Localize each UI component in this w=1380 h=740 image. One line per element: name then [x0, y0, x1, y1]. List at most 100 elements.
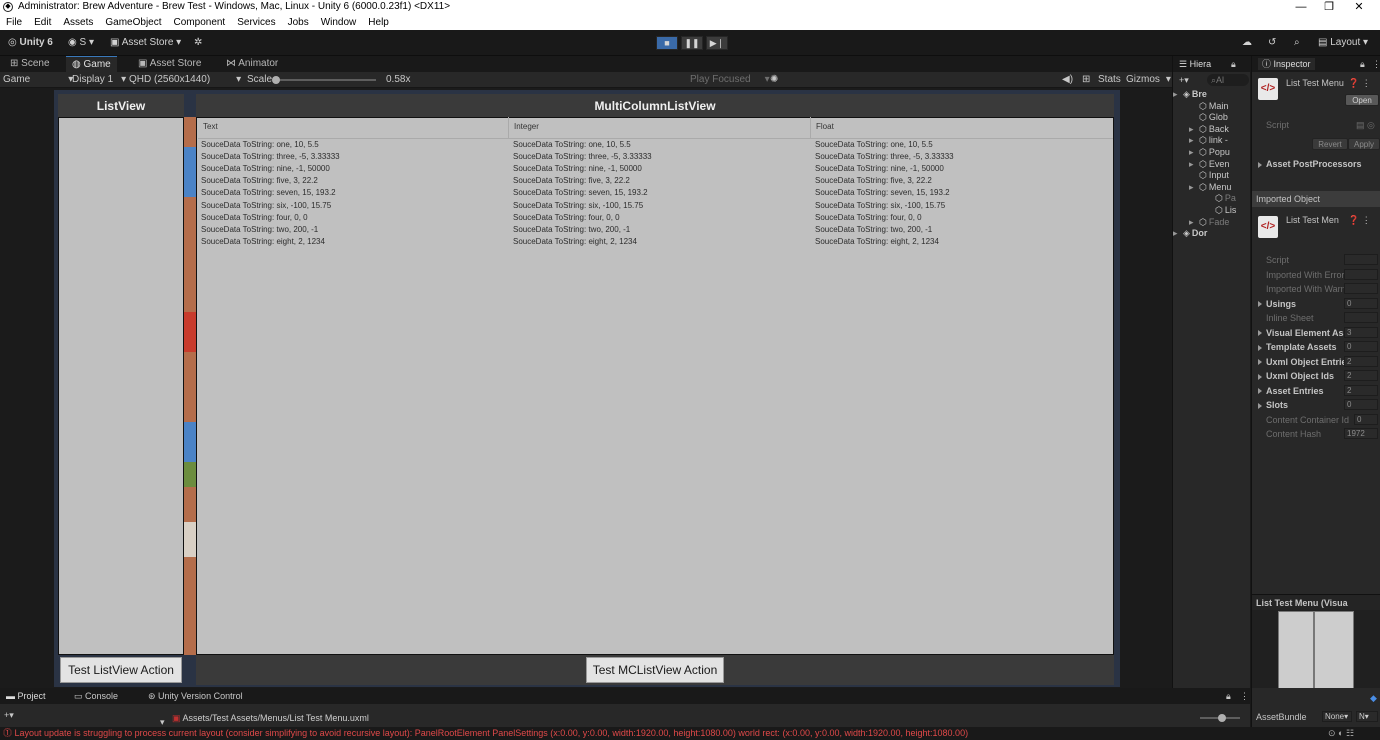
tab-project[interactable]: ▬ Project [6, 690, 46, 702]
foldout-arrow-icon[interactable]: ▸ [1189, 158, 1199, 170]
foldout-arrow-icon[interactable]: ▸ [1189, 146, 1199, 158]
lock-icon[interactable]: 🔒︎ [1231, 58, 1236, 70]
menu-gameobject[interactable]: GameObject [105, 17, 161, 28]
header-icons[interactable]: ❓ ⋮ [1348, 76, 1378, 90]
hierarchy-item[interactable]: ⬡ Input [1189, 169, 1229, 181]
menu-component[interactable]: Component [174, 17, 226, 28]
close-window-button[interactable]: ✕ [1344, 0, 1374, 14]
inspector-field[interactable]: Visual Element Assets 3 [1252, 326, 1380, 340]
inspector-field[interactable]: Slots 0 [1252, 398, 1380, 412]
mclist-cell[interactable]: SouceData ToString: six, -100, 15.75 [815, 200, 945, 212]
mclist-cell[interactable]: SouceData ToString: eight, 2, 1234 [201, 236, 325, 248]
zoom-slider-handle[interactable] [1218, 714, 1226, 722]
inspector-field-value[interactable]: 3 [1344, 326, 1378, 338]
cloud-icon[interactable]: ☁ [1242, 36, 1252, 50]
mclist-cell[interactable]: SouceData ToString: two, 200, -1 [815, 224, 932, 236]
inspector-field[interactable]: Imported With Warni [1252, 282, 1380, 296]
mclist-cell[interactable]: SouceData ToString: five, 3, 22.2 [815, 175, 932, 187]
mclist-cell[interactable]: SouceData ToString: four, 0, 0 [201, 212, 308, 224]
inspector-field-value[interactable] [1344, 283, 1378, 294]
inspector-field-value[interactable]: 0 [1344, 341, 1378, 352]
resolution-dropdown[interactable]: QHD (2560x1440) ▾ [129, 72, 241, 88]
column-header-integer[interactable]: Integer [509, 117, 811, 139]
inspector-field[interactable]: Usings 0 [1252, 297, 1380, 311]
lock-icon[interactable]: 🔒︎ [1226, 690, 1231, 702]
inspector-field[interactable]: Inline Sheet [1252, 311, 1380, 325]
inspector-field-value[interactable] [1344, 254, 1378, 265]
foldout-arrow-icon[interactable]: ▸ [1173, 227, 1183, 239]
mclist-cell[interactable]: SouceData ToString: eight, 2, 1234 [815, 236, 939, 248]
foldout-arrow-icon[interactable]: ▸ [1189, 134, 1199, 146]
foldout-arrow-icon[interactable]: ▸ [1173, 88, 1183, 100]
inspector-field[interactable]: Content Container Id 0 [1252, 413, 1380, 427]
hierarchy-item[interactable]: ▸ ⬡ Fade [1189, 216, 1229, 228]
mclist-cell[interactable]: SouceData ToString: three, -5, 3.33333 [513, 151, 652, 163]
mclist-cell[interactable]: SouceData ToString: seven, 15, 193.2 [201, 187, 336, 199]
tab-inspector[interactable]: ⓘ Inspector [1258, 58, 1315, 70]
menu-assets[interactable]: Assets [63, 17, 93, 28]
hierarchy-item[interactable]: ⬡ Glob [1189, 111, 1228, 123]
postprocessors-foldout[interactable]: Asset PostProcessors [1252, 157, 1380, 171]
mclist-cell[interactable]: SouceData ToString: nine, -1, 50000 [513, 163, 642, 175]
hierarchy-search-input[interactable]: ⌕Al [1207, 74, 1249, 86]
unity-menu-button[interactable]: ◎ Unity 6 [8, 36, 53, 50]
game-mode-dropdown[interactable]: Game ▾ [3, 72, 73, 88]
inspector-field[interactable]: Template Assets 0 [1252, 340, 1380, 354]
mclist-cell[interactable]: SouceData ToString: two, 200, -1 [201, 224, 318, 236]
grid-icon[interactable]: ⊞ [1082, 72, 1090, 88]
tab-scene[interactable]: ⊞ Scene [4, 56, 56, 72]
scale-slider-handle[interactable] [272, 76, 280, 84]
display-dropdown[interactable]: Display 1 ▾ [72, 72, 126, 88]
hierarchy-item[interactable]: ⬡ Pa [1205, 192, 1236, 204]
lock-icon[interactable]: 🔒︎ [1360, 58, 1365, 70]
tab-game[interactable]: ◍ Game [66, 56, 117, 72]
inspector-field-value[interactable]: 2 [1344, 355, 1378, 367]
account-button[interactable]: ◉ S ▾ [68, 36, 94, 50]
mclist-cell[interactable]: SouceData ToString: nine, -1, 50000 [815, 163, 944, 175]
inspector-field-value[interactable]: 2 [1344, 384, 1378, 396]
hierarchy-item[interactable]: ▸ ⬡ Back [1189, 123, 1229, 135]
menu-edit[interactable]: Edit [34, 17, 51, 28]
menu-file[interactable]: File [6, 17, 22, 28]
step-button[interactable]: ▶❘ [706, 36, 728, 50]
foldout-arrow-icon[interactable]: ▸ [1189, 181, 1199, 193]
create-button[interactable]: +▾ [1179, 74, 1189, 86]
tag-icon[interactable]: ◆ [1370, 692, 1377, 704]
mclist-cell[interactable]: SouceData ToString: six, -100, 15.75 [201, 200, 331, 212]
test-mclistview-action-button[interactable]: Test MCListView Action [586, 657, 724, 683]
inspector-field-value[interactable]: 1972 [1344, 428, 1378, 439]
revert-button[interactable]: Revert [1312, 138, 1348, 150]
foldout-arrow-icon[interactable]: ▸ [1189, 123, 1199, 135]
inspector-field[interactable]: Script [1252, 253, 1380, 267]
inspector-field-value[interactable]: 0 [1344, 297, 1378, 309]
more-options-icon[interactable]: ⋮ [1372, 58, 1380, 70]
test-listview-action-button[interactable]: Test ListView Action [60, 657, 182, 683]
mclist-cell[interactable]: SouceData ToString: six, -100, 15.75 [513, 200, 643, 212]
mclist-cell[interactable]: SouceData ToString: seven, 15, 193.2 [815, 187, 950, 199]
gizmos-dropdown[interactable]: Gizmos ▾ [1126, 72, 1171, 88]
inspector-field-value[interactable]: 0 [1344, 399, 1378, 410]
mclist-cell[interactable]: SouceData ToString: two, 200, -1 [513, 224, 630, 236]
mclist-cell[interactable]: SouceData ToString: four, 0, 0 [513, 212, 620, 224]
maximize-button[interactable]: ❐ [1314, 0, 1344, 14]
menu-services[interactable]: Services [237, 17, 275, 28]
mclist-cell[interactable]: SouceData ToString: three, -5, 3.33333 [815, 151, 954, 163]
hierarchy-item[interactable]: ▸ ⬡ Menu [1189, 181, 1231, 193]
play-focused-dropdown[interactable]: Play Focused ▾ [690, 72, 770, 88]
inspector-field-value[interactable]: 2 [1344, 370, 1378, 381]
tab-hierarchy[interactable]: ☰ Hiera [1179, 58, 1211, 70]
more-options-icon[interactable]: ⋮ [1240, 690, 1249, 702]
minimize-button[interactable]: — [1286, 0, 1316, 14]
apply-button[interactable]: Apply [1348, 138, 1380, 150]
menu-help[interactable]: Help [368, 17, 389, 28]
inspector-field[interactable]: Uxml Object Entrie 2 [1252, 355, 1380, 369]
mclist-cell[interactable]: SouceData ToString: nine, -1, 50000 [201, 163, 330, 175]
tab-animator[interactable]: ⋈ Animator [220, 56, 284, 72]
hierarchy-item[interactable]: ▸ ⬡ link - [1189, 134, 1228, 146]
open-button[interactable]: Open [1345, 94, 1379, 106]
status-icons[interactable]: ⊙ ◐ ☷ [1328, 728, 1354, 739]
inspector-field-value[interactable] [1344, 312, 1378, 323]
assetbundle-variant-dropdown[interactable]: N▾ [1356, 711, 1378, 722]
hierarchy-item[interactable]: ▸ ◈ Dor [1173, 227, 1207, 239]
status-bar[interactable]: ⓵ Layout update is struggling to process… [0, 727, 1380, 740]
